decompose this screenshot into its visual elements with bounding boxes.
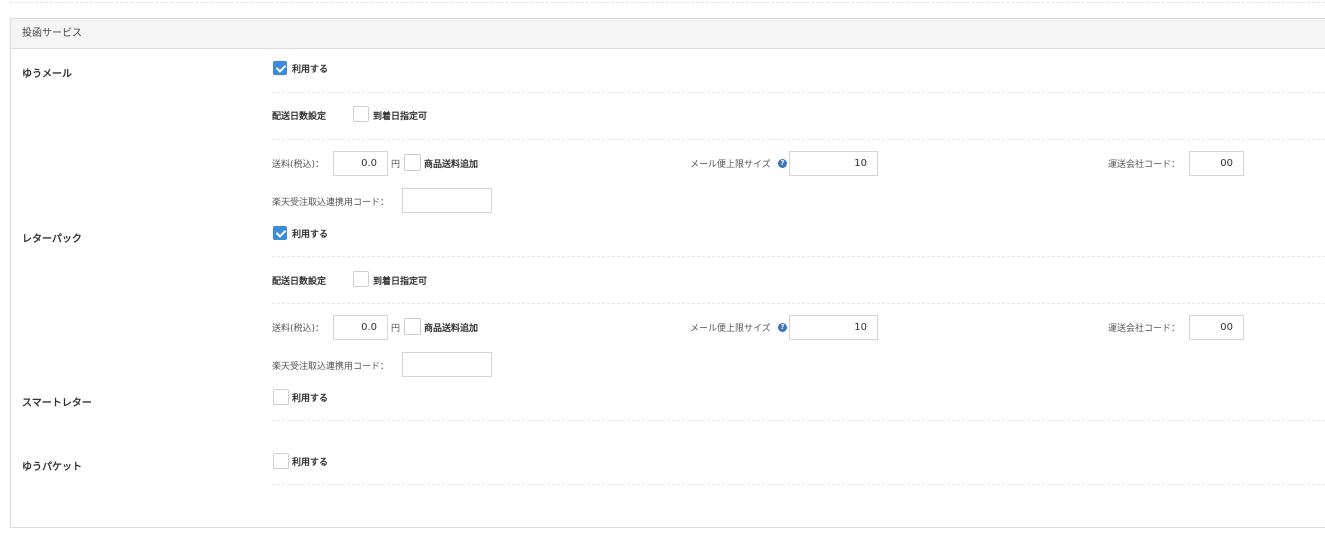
yu-mail-mail-size-label: メール便上限サイズ — [690, 160, 771, 170]
letter-pack-add-product-fee-label: 商品送料追加 — [424, 324, 479, 334]
yu-packet-use-checkbox[interactable] — [273, 453, 289, 469]
letter-pack-arrival-date-checkbox[interactable] — [353, 271, 369, 287]
yu-mail-rakuten-code-input[interactable] — [402, 188, 492, 213]
service-label-smart-letter: スマートレター — [22, 398, 92, 409]
yu-mail-shipping-fee-label: 送料(税込)： — [272, 160, 325, 170]
yu-mail-carrier-code-input[interactable]: 00 — [1189, 151, 1244, 176]
letter-pack-rakuten-code-input[interactable] — [402, 352, 492, 377]
letter-pack-mail-size-label: メール便上限サイズ — [690, 324, 771, 334]
letter-pack-use-checkbox[interactable] — [273, 226, 287, 240]
letter-pack-carrier-code-input[interactable]: 00 — [1189, 315, 1244, 340]
yu-mail-use-checkbox[interactable] — [273, 61, 287, 75]
smart-letter-use-label: 利用する — [292, 394, 329, 404]
question-circle-icon[interactable]: ? — [778, 323, 787, 332]
letter-pack-delivery-days-label: 配送日数設定 — [272, 277, 327, 287]
divider — [272, 256, 1325, 257]
letter-pack-use-label: 利用する — [292, 230, 329, 240]
question-circle-icon[interactable]: ? — [778, 159, 787, 168]
letter-pack-rakuten-code-label: 楽天受注取込連携用コード： — [272, 362, 390, 372]
yu-packet-use-label: 利用する — [292, 458, 329, 468]
service-label-letter-pack: レターパック — [22, 234, 82, 245]
yu-mail-rakuten-code-label: 楽天受注取込連携用コード： — [272, 198, 390, 208]
yu-mail-mail-size-input[interactable]: 10 — [789, 151, 878, 176]
yu-mail-delivery-days-label: 配送日数設定 — [272, 112, 327, 122]
letter-pack-shipping-fee-label: 送料(税込)： — [272, 324, 325, 334]
yu-mail-yen-label: 円 — [391, 160, 401, 170]
letter-pack-mail-size-input[interactable]: 10 — [789, 315, 878, 340]
divider — [272, 303, 1325, 304]
yu-mail-add-product-fee-checkbox[interactable] — [404, 154, 421, 171]
yu-mail-use-label: 利用する — [292, 65, 329, 75]
top-divider — [10, 2, 1325, 3]
yu-mail-carrier-code-label: 運送会社コード： — [1108, 160, 1181, 170]
letter-pack-shipping-fee-input[interactable]: 0.0 — [333, 315, 388, 340]
yu-mail-arrival-date-checkbox[interactable] — [353, 106, 369, 122]
divider — [272, 420, 1325, 421]
divider — [272, 139, 1325, 140]
divider — [272, 92, 1325, 93]
divider — [272, 484, 1325, 485]
panel-title: 投函サービス — [11, 19, 1325, 49]
letter-pack-arrival-date-label: 到着日指定可 — [373, 277, 428, 287]
yu-mail-add-product-fee-label: 商品送料追加 — [424, 160, 479, 170]
yu-mail-shipping-fee-input[interactable]: 0.0 — [333, 151, 388, 176]
posting-service-panel: 投函サービス — [10, 18, 1325, 528]
service-label-yu-mail: ゆうメール — [22, 69, 72, 80]
letter-pack-yen-label: 円 — [391, 324, 401, 334]
yu-mail-arrival-date-label: 到着日指定可 — [373, 112, 428, 122]
letter-pack-add-product-fee-checkbox[interactable] — [404, 318, 421, 335]
service-label-yu-packet: ゆうパケット — [22, 462, 82, 473]
letter-pack-carrier-code-label: 運送会社コード： — [1108, 324, 1181, 334]
smart-letter-use-checkbox[interactable] — [273, 389, 289, 405]
